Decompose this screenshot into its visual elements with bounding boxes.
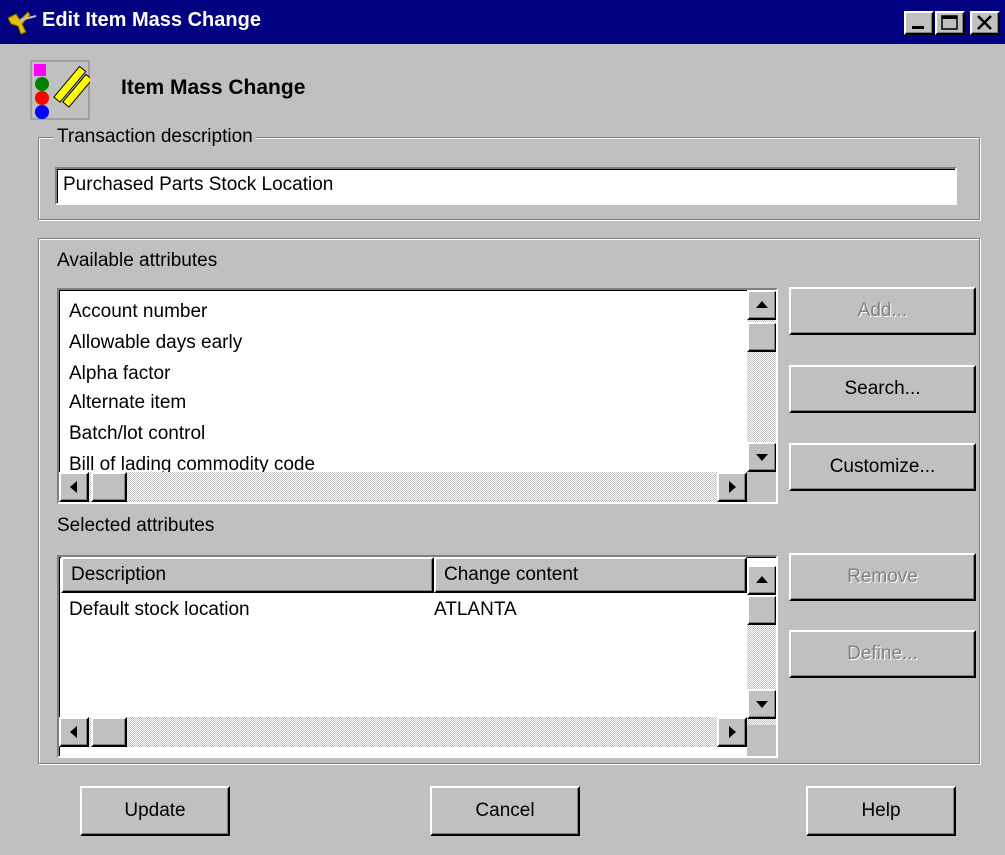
arrow-up-icon bbox=[756, 576, 768, 583]
arrow-down-icon bbox=[756, 454, 768, 461]
scroll-down-button[interactable] bbox=[747, 442, 776, 472]
list-item[interactable]: Allowable days early bbox=[69, 327, 242, 358]
update-button[interactable]: Update bbox=[80, 786, 230, 836]
close-button[interactable] bbox=[970, 11, 1000, 35]
scroll-thumb[interactable] bbox=[747, 322, 776, 352]
column-header-change-content[interactable]: Change content bbox=[434, 557, 747, 593]
search-button[interactable]: Search... bbox=[789, 365, 976, 413]
list-item[interactable]: Alpha factor bbox=[69, 358, 170, 389]
available-horizontal-scrollbar[interactable] bbox=[59, 472, 747, 502]
close-icon bbox=[977, 15, 992, 30]
scrollbar-corner bbox=[747, 472, 776, 502]
arrow-up-icon bbox=[756, 301, 768, 308]
window-title: Edit Item Mass Change bbox=[42, 9, 261, 31]
customize-button[interactable]: Customize... bbox=[789, 443, 976, 491]
available-list-viewport: Account number Allowable days early Alph… bbox=[59, 294, 749, 476]
header-title: Item Mass Change bbox=[121, 76, 306, 99]
table-row[interactable]: Default stock location ATLANTA bbox=[59, 593, 747, 717]
available-vertical-scrollbar[interactable] bbox=[747, 290, 776, 472]
row-description: Default stock location bbox=[69, 599, 250, 620]
transaction-legend: Transaction description bbox=[54, 126, 256, 148]
minimize-button[interactable] bbox=[904, 11, 934, 35]
scroll-right-button[interactable] bbox=[717, 472, 747, 502]
available-attributes-label: Available attributes bbox=[57, 250, 218, 271]
scroll-down-button[interactable] bbox=[747, 689, 776, 719]
cancel-button[interactable]: Cancel bbox=[430, 786, 580, 836]
list-item[interactable]: Batch/lot control bbox=[69, 418, 205, 449]
scroll-left-button[interactable] bbox=[59, 472, 89, 502]
selected-attributes-label: Selected attributes bbox=[57, 515, 215, 536]
maximize-icon bbox=[941, 15, 958, 30]
scroll-left-button[interactable] bbox=[59, 717, 89, 747]
arrow-left-icon bbox=[70, 481, 77, 493]
list-item[interactable]: Alternate item bbox=[69, 387, 186, 418]
scroll-up-button[interactable] bbox=[747, 290, 776, 320]
row-change-content: ATLANTA bbox=[434, 599, 517, 620]
title-bar[interactable]: Edit Item Mass Change bbox=[0, 0, 1005, 44]
list-item[interactable]: Account number bbox=[69, 296, 207, 327]
transaction-description-input[interactable]: Purchased Parts Stock Location bbox=[55, 167, 957, 205]
scroll-thumb[interactable] bbox=[91, 472, 127, 502]
selected-horizontal-scrollbar[interactable] bbox=[59, 717, 747, 747]
scroll-thumb[interactable] bbox=[747, 595, 776, 625]
scrollbar-corner bbox=[747, 725, 776, 756]
define-button[interactable]: Define... bbox=[789, 630, 976, 678]
transaction-description-value: Purchased Parts Stock Location bbox=[63, 174, 334, 195]
available-attributes-list[interactable]: Account number Allowable days early Alph… bbox=[57, 288, 778, 504]
selected-vertical-scrollbar[interactable] bbox=[747, 565, 776, 725]
app-icon bbox=[7, 11, 37, 35]
scroll-thumb[interactable] bbox=[91, 717, 127, 747]
help-button[interactable]: Help bbox=[806, 786, 956, 836]
arrow-right-icon bbox=[729, 481, 736, 493]
column-header-description[interactable]: Description bbox=[61, 557, 434, 593]
add-button[interactable]: Add... bbox=[789, 287, 976, 335]
arrow-right-icon bbox=[729, 726, 736, 738]
scroll-up-button[interactable] bbox=[747, 565, 776, 595]
maximize-button[interactable] bbox=[935, 11, 965, 35]
arrow-down-icon bbox=[756, 701, 768, 708]
arrow-left-icon bbox=[70, 726, 77, 738]
item-mass-change-icon bbox=[30, 60, 90, 120]
minimize-icon bbox=[912, 26, 924, 29]
scroll-right-button[interactable] bbox=[717, 717, 747, 747]
remove-button[interactable]: Remove bbox=[789, 553, 976, 601]
selected-attributes-table[interactable]: Description Change content Default stock… bbox=[57, 555, 778, 758]
